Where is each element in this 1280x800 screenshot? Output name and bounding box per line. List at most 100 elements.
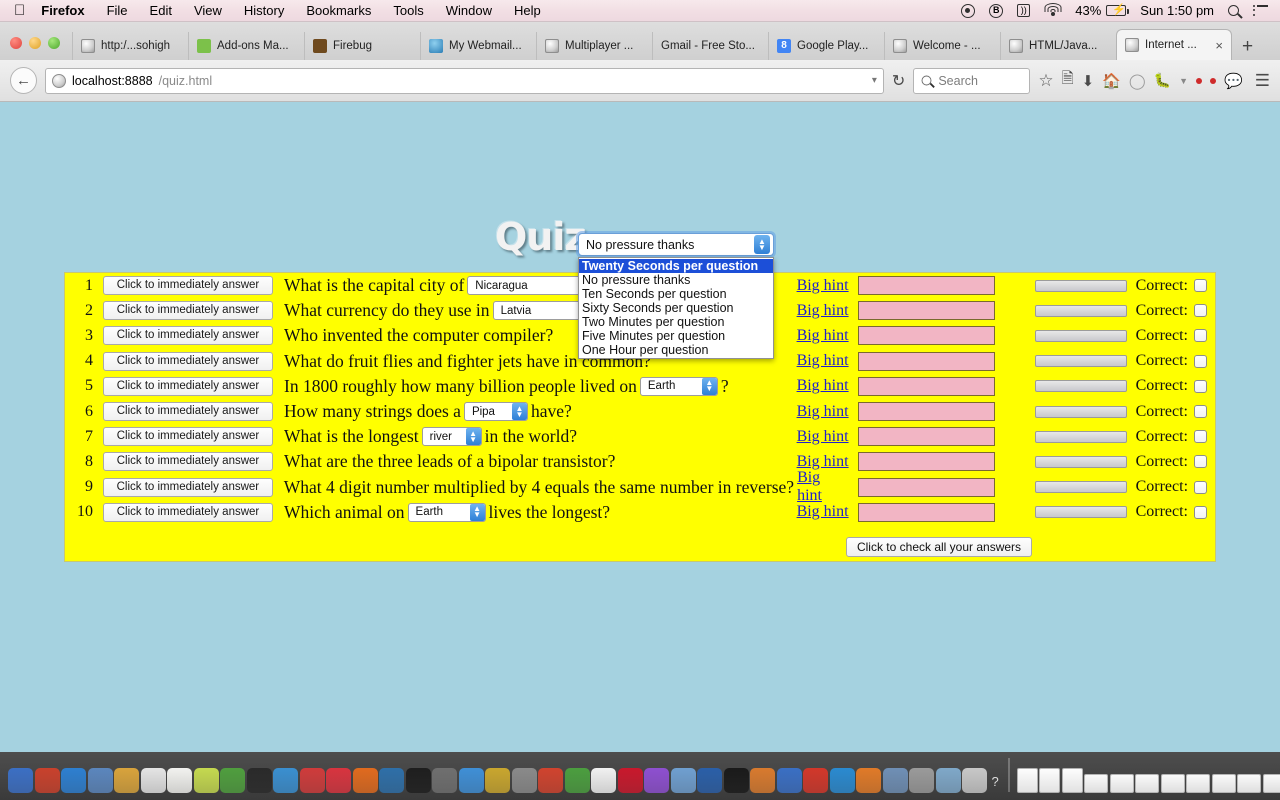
answer-input[interactable] [857, 326, 995, 346]
reader-list-icon[interactable]: 🗎 [1062, 68, 1074, 93]
back-button[interactable]: ← [10, 67, 37, 94]
dock-app-icon[interactable] [114, 768, 139, 793]
url-bar[interactable]: localhost:8888/quiz.html ▾ [45, 67, 884, 94]
answer-input[interactable] [857, 276, 995, 296]
correct-checkbox[interactable] [1194, 329, 1207, 343]
menu-item-view[interactable]: View [194, 3, 222, 18]
timer-option-6[interactable]: One Hour per question [579, 343, 773, 357]
dock-app-icon[interactable] [882, 768, 908, 793]
immediate-answer-button[interactable]: Click to immediately answer [102, 477, 273, 497]
answer-input[interactable] [857, 502, 995, 522]
immediate-answer-button[interactable]: Click to immediately answer [103, 376, 273, 396]
new-tab-button[interactable]: + [1232, 37, 1265, 60]
dock-app-icon[interactable] [246, 768, 272, 793]
dock-app-icon[interactable] [644, 768, 669, 793]
answer-input[interactable] [857, 477, 995, 497]
dock-app-icon[interactable] [379, 768, 404, 793]
tab-6[interactable]: 8 Google Play... [768, 32, 884, 60]
dock-app-icon[interactable] [273, 768, 298, 793]
menu-item-tools[interactable]: Tools [393, 3, 423, 18]
dock-app-icon[interactable] [776, 768, 802, 793]
timer-option-0[interactable]: Twenty Seconds per question [579, 259, 773, 273]
spotlight-search-icon[interactable] [1228, 5, 1239, 16]
dock-app-icon[interactable] [829, 768, 855, 793]
dock-app-icon[interactable] [962, 768, 987, 793]
dock-app-icon[interactable] [485, 768, 510, 793]
dock-app-icon[interactable] [697, 768, 722, 793]
dock-app-icon[interactable] [34, 768, 60, 793]
tab-2[interactable]: Firebug [304, 32, 420, 60]
window-minimize-button[interactable] [29, 37, 41, 49]
dock-app-icon[interactable] [538, 768, 563, 793]
tab-4[interactable]: Multiplayer ... [536, 32, 652, 60]
menubar-clock[interactable]: Sun 1:50 pm [1140, 3, 1214, 18]
hamburger-menu-icon[interactable]: ☰ [1255, 71, 1270, 91]
firebug-icon[interactable]: 🐛 [1154, 72, 1171, 89]
answer-input[interactable] [857, 402, 995, 422]
timer-select[interactable]: No pressure thanks ▲ ▼ [578, 233, 774, 256]
dock-document-icon[interactable] [1061, 768, 1083, 793]
dock-app-icon[interactable] [617, 768, 643, 793]
pocket-dot-icon[interactable] [1196, 77, 1203, 84]
sync-icon[interactable]: ◯ [1129, 72, 1146, 90]
timer-select-wrapper[interactable]: No pressure thanks ▲ ▼ Twenty Seconds per… [578, 233, 774, 359]
correct-checkbox[interactable] [1194, 354, 1207, 368]
dock-app-icon[interactable] [909, 768, 934, 793]
chat-icon[interactable]: 💬 [1224, 72, 1243, 90]
dock-folder-icon[interactable] [1109, 774, 1134, 793]
tab-1[interactable]: Add-ons Ma... [188, 32, 304, 60]
wifi-icon[interactable] [1044, 3, 1062, 17]
dock-folder-icon[interactable] [1135, 774, 1160, 793]
apple-icon[interactable]:  [14, 3, 25, 18]
menu-item-firefox[interactable]: Firefox [41, 3, 84, 18]
answer-input[interactable] [857, 376, 995, 396]
dock-app-icon[interactable] [405, 768, 431, 793]
chevron-down-icon[interactable]: ▼ [1179, 76, 1188, 86]
timer-option-1[interactable]: No pressure thanks [579, 273, 773, 287]
dock-app-icon[interactable] [564, 768, 590, 793]
timer-option-5[interactable]: Five Minutes per question [579, 329, 773, 343]
tab-7[interactable]: Welcome - ... [884, 32, 1000, 60]
menu-item-history[interactable]: History [244, 3, 284, 18]
correct-checkbox[interactable] [1194, 480, 1207, 494]
search-input[interactable]: Search [938, 74, 978, 88]
bluetooth-b-icon[interactable]: B [989, 3, 1004, 18]
tab-3[interactable]: My Webmail... [420, 32, 536, 60]
dock-app-icon[interactable] [326, 768, 351, 793]
dock-folder-icon[interactable] [1186, 774, 1211, 793]
tab-0[interactable]: http:/...sohigh [72, 32, 188, 60]
timer-option-3[interactable]: Sixty Seconds per question [579, 301, 773, 315]
big-hint-link[interactable]: Big hint [797, 469, 849, 505]
immediate-answer-button[interactable]: Click to immediately answer [103, 427, 273, 447]
close-icon[interactable]: × [1211, 38, 1223, 53]
airplay-icon[interactable]: )) [1017, 4, 1031, 17]
immediate-answer-button[interactable]: Click to immediately answer [103, 452, 273, 472]
big-hint-link[interactable]: Big hint [797, 302, 849, 320]
dock-folder-icon[interactable] [1160, 774, 1185, 793]
answer-input[interactable] [857, 351, 995, 371]
notification-center-icon[interactable] [1253, 4, 1268, 16]
dock-app-icon[interactable] [220, 768, 245, 793]
record-circle-icon[interactable] [961, 3, 976, 18]
dock-app-icon[interactable] [352, 768, 378, 793]
dock-app-icon[interactable] [193, 768, 219, 793]
dock-app-icon[interactable] [856, 768, 881, 793]
answer-select[interactable]: Earth ▲ ▼ [407, 502, 486, 522]
search-bar[interactable]: Search [913, 67, 1031, 94]
correct-checkbox[interactable] [1194, 505, 1207, 519]
tab-9-active[interactable]: Internet ... × [1116, 29, 1232, 60]
immediate-answer-button[interactable]: Click to immediately answer [103, 301, 273, 321]
chevron-down-icon[interactable]: ▾ [872, 75, 877, 86]
correct-checkbox[interactable] [1194, 455, 1207, 469]
timer-option-4[interactable]: Two Minutes per question [579, 315, 773, 329]
big-hint-link[interactable]: Big hint [797, 327, 849, 345]
big-hint-link[interactable]: Big hint [797, 377, 849, 395]
dock-app-icon[interactable] [511, 768, 537, 793]
dock-app-icon[interactable] [140, 768, 166, 793]
dock-app-icon[interactable] [458, 768, 484, 793]
big-hint-link[interactable]: Big hint [797, 352, 849, 370]
dock-app-icon[interactable] [935, 768, 961, 793]
answer-select[interactable]: Pipa ▲ ▼ [463, 402, 528, 422]
reload-button[interactable]: ↻ [892, 71, 905, 91]
dock-app-icon[interactable] [591, 768, 616, 793]
